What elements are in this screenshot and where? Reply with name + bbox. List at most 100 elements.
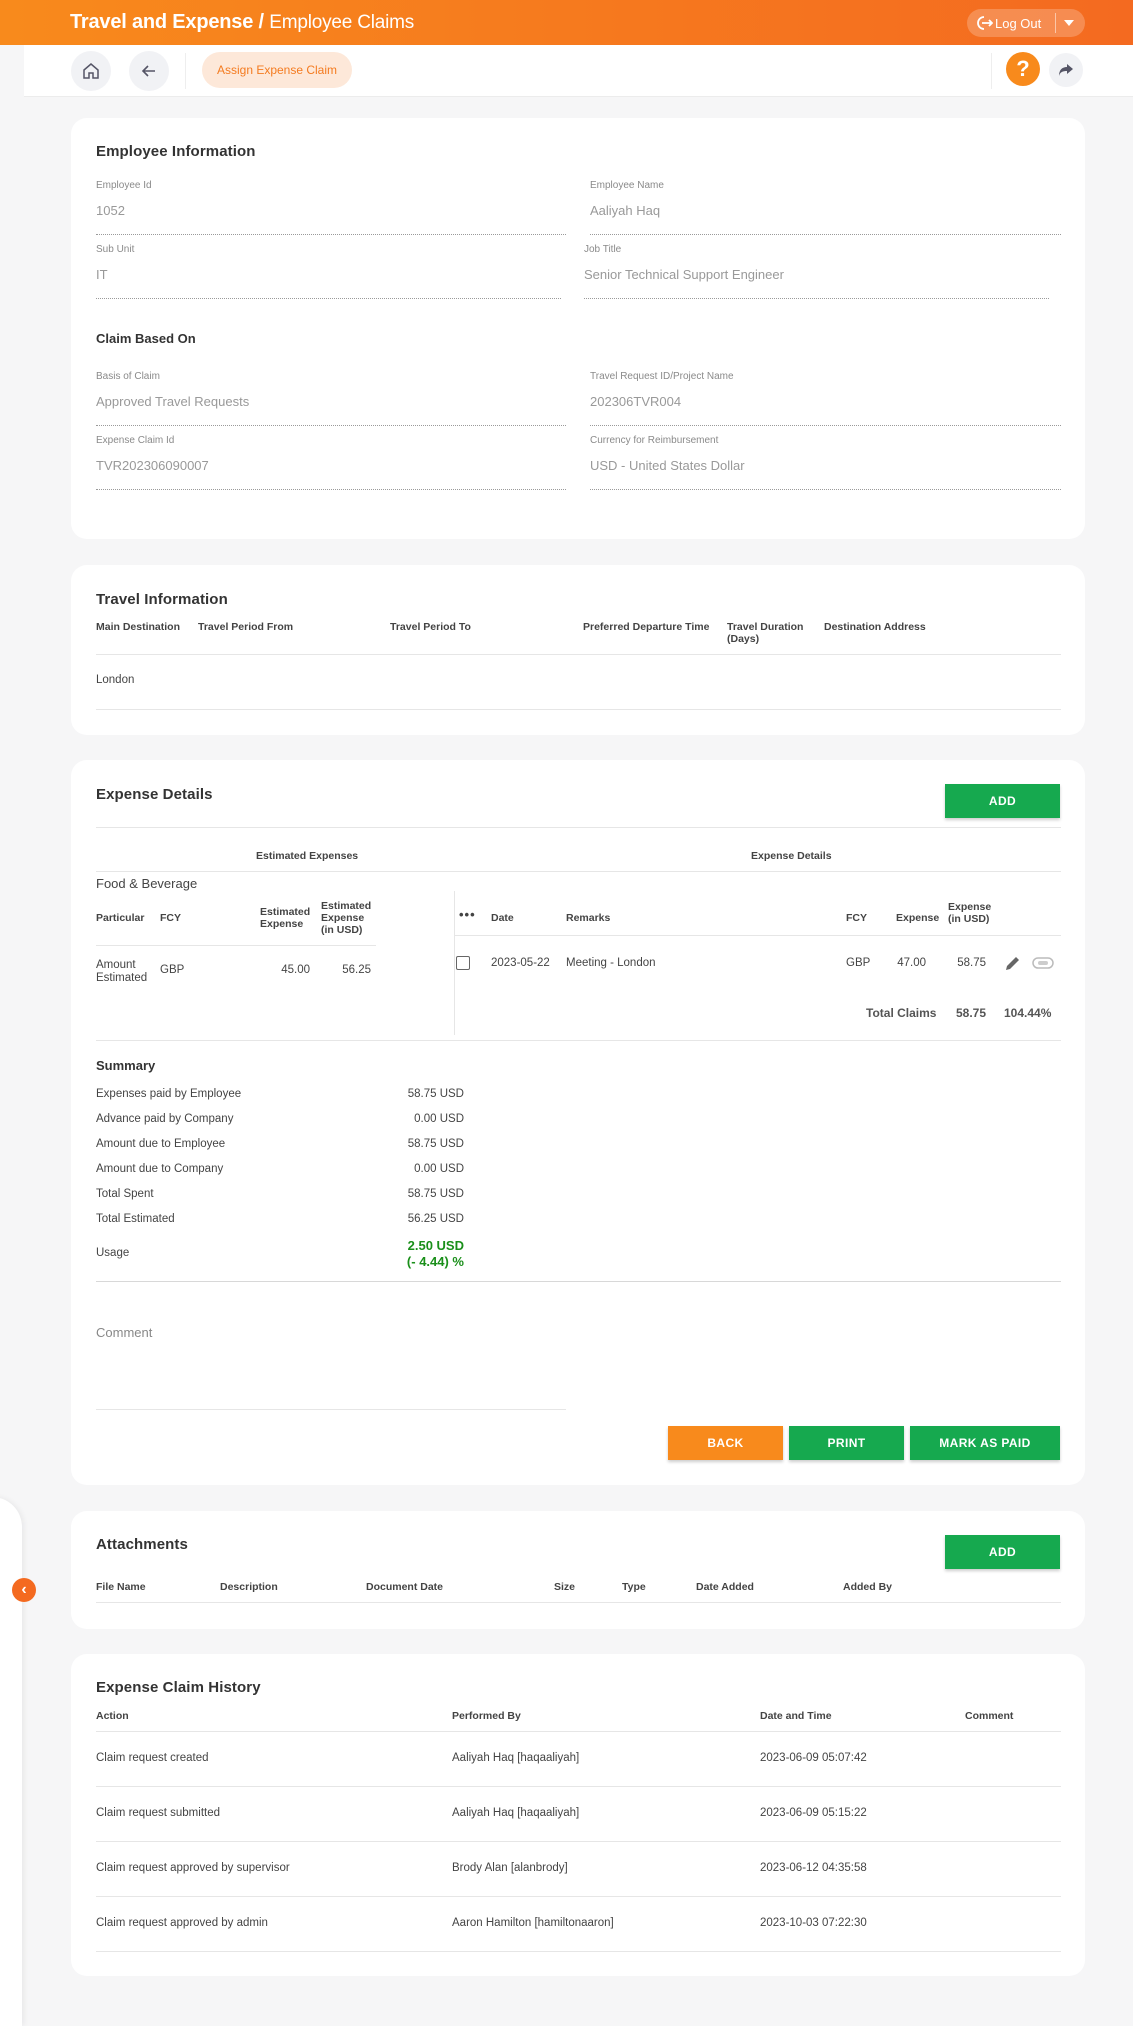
total-claims-value: 58.75 bbox=[956, 1006, 987, 1020]
history-performer-cell: Aaliyah Haq [haqaaliyah] bbox=[452, 1752, 580, 1764]
chevron-down-icon[interactable] bbox=[1064, 20, 1074, 26]
travel-information-title: Travel Information bbox=[96, 591, 228, 608]
section-divider bbox=[96, 1281, 1061, 1282]
estimated-expense-cell: 45.00 bbox=[281, 964, 310, 976]
employee-name-field bbox=[590, 234, 1061, 235]
summary-value: 0.00 USD bbox=[414, 1163, 464, 1175]
job-title-field bbox=[584, 298, 1049, 299]
column-header: Action bbox=[96, 1710, 129, 1722]
column-header: Type bbox=[622, 1581, 646, 1593]
chevron-left-icon[interactable]: ‹ bbox=[12, 1578, 36, 1602]
comment-placeholder: Comment bbox=[96, 1325, 153, 1340]
employee-id-label: Employee Id bbox=[96, 180, 152, 191]
estimated-expenses-heading: Estimated Expenses bbox=[256, 850, 359, 862]
assign-expense-claim-button[interactable]: Assign Expense Claim bbox=[202, 52, 352, 88]
attachments-card: Attachments ADD File Name Description Do… bbox=[71, 1511, 1085, 1629]
job-title-label: Job Title bbox=[584, 244, 622, 255]
summary-value: 58.75 USD bbox=[407, 1138, 464, 1150]
summary-label: Advance paid by Company bbox=[96, 1113, 234, 1125]
fcy-cell: GBP bbox=[160, 964, 185, 976]
expense-claim-id-label: Expense Claim Id bbox=[96, 435, 175, 446]
help-button[interactable]: ? bbox=[1006, 52, 1040, 86]
history-performer-cell: Aaliyah Haq [haqaaliyah] bbox=[452, 1807, 580, 1819]
column-header: Travel Duration (Days) bbox=[727, 621, 804, 645]
print-button[interactable]: PRINT bbox=[789, 1426, 904, 1460]
column-header: Description bbox=[220, 1581, 278, 1593]
summary-value: 58.75 USD bbox=[407, 1188, 464, 1200]
comment-input[interactable] bbox=[96, 1409, 566, 1410]
summary-value: 58.75 USD bbox=[407, 1088, 464, 1100]
back-button[interactable]: BACK bbox=[668, 1426, 783, 1460]
logout-icon bbox=[977, 16, 993, 30]
estimated-usd-cell: 56.25 bbox=[342, 964, 371, 976]
edit-icon[interactable] bbox=[1003, 953, 1023, 973]
attachment-icon[interactable] bbox=[1032, 957, 1054, 969]
employee-name-label: Employee Name bbox=[590, 180, 664, 191]
logout-label: Log Out bbox=[995, 16, 1042, 31]
summary-value: 0.00 USD bbox=[414, 1113, 464, 1125]
employee-id-field bbox=[96, 234, 566, 235]
expense-claim-id-field bbox=[96, 489, 566, 490]
row-select-checkbox[interactable] bbox=[456, 956, 470, 970]
summary-title: Summary bbox=[96, 1058, 156, 1073]
column-header: Estimated Expense bbox=[260, 906, 311, 930]
column-header: Main Destination bbox=[96, 621, 181, 633]
currency-label: Currency for Reimbursement bbox=[590, 435, 719, 446]
employee-id-value: 1052 bbox=[96, 203, 125, 218]
job-title-value: Senior Technical Support Engineer bbox=[584, 267, 784, 282]
section-divider bbox=[96, 1040, 1061, 1041]
history-performer-cell: Aaron Hamilton [hamiltonaaron] bbox=[452, 1917, 614, 1929]
total-claims-percent: 104.44% bbox=[1004, 1006, 1052, 1020]
row-divider bbox=[96, 1951, 1061, 1952]
expense-claim-id-value: TVR202306090007 bbox=[96, 458, 209, 473]
main-destination-cell: London bbox=[96, 674, 135, 686]
history-datetime-cell: 2023-06-12 04:35:58 bbox=[760, 1862, 867, 1874]
section-divider bbox=[96, 827, 1061, 828]
more-options-icon[interactable]: ••• bbox=[459, 908, 476, 921]
sub-unit-field bbox=[96, 298, 561, 299]
employee-information-card: Employee Information Employee Id 1052 Em… bbox=[71, 118, 1085, 539]
side-panel bbox=[0, 1497, 22, 2026]
expense-fcy-cell: GBP bbox=[846, 957, 871, 969]
expense-details-heading: Expense Details bbox=[751, 850, 832, 862]
row-divider bbox=[455, 935, 1061, 936]
history-action-cell: Claim request submitted bbox=[96, 1807, 220, 1819]
column-header: Comment bbox=[965, 1710, 1014, 1722]
total-claims-label: Total Claims bbox=[866, 1006, 937, 1020]
particular-cell: Amount Estimated bbox=[96, 959, 148, 984]
column-header: Expense bbox=[896, 912, 940, 924]
employee-name-value: Aaliyah Haq bbox=[590, 203, 661, 218]
expense-usd-cell: 58.75 bbox=[957, 957, 986, 969]
add-expense-button[interactable]: ADD bbox=[945, 784, 1060, 818]
arrow-left-icon bbox=[141, 65, 155, 77]
column-header: Date and Time bbox=[760, 1710, 832, 1722]
share-button[interactable] bbox=[1049, 53, 1083, 87]
column-header: Size bbox=[554, 1581, 576, 1593]
expense-details-card: Expense Details ADD Estimated Expenses E… bbox=[71, 760, 1085, 1485]
history-datetime-cell: 2023-06-09 05:07:42 bbox=[760, 1752, 867, 1764]
back-nav-button[interactable] bbox=[129, 51, 169, 91]
sub-unit-value: IT bbox=[96, 267, 108, 282]
logout-button[interactable]: Log Out bbox=[967, 9, 1085, 37]
column-header: Date Added bbox=[696, 1581, 754, 1593]
row-divider bbox=[96, 709, 1061, 710]
row-divider bbox=[96, 1841, 1061, 1842]
category-label: Food & Beverage bbox=[96, 876, 198, 891]
expense-date-cell: 2023-05-22 bbox=[491, 957, 550, 969]
history-title: Expense Claim History bbox=[96, 1679, 261, 1696]
history-datetime-cell: 2023-10-03 07:22:30 bbox=[760, 1917, 867, 1929]
summary-label: Amount due to Employee bbox=[96, 1138, 226, 1150]
expense-claim-history-card: Expense Claim History Action Performed B… bbox=[71, 1654, 1085, 1976]
usage-amount: 2.50 USD bbox=[407, 1238, 464, 1253]
usage-percent: (- 4.44) % bbox=[406, 1254, 464, 1269]
mark-as-paid-button[interactable]: MARK AS PAID bbox=[910, 1426, 1060, 1460]
home-button[interactable] bbox=[71, 51, 111, 91]
column-header: Travel Period From bbox=[198, 621, 294, 633]
basis-of-claim-field bbox=[96, 425, 566, 426]
column-header: FCY bbox=[160, 912, 181, 924]
add-attachment-button[interactable]: ADD bbox=[945, 1535, 1060, 1569]
summary-label: Expenses paid by Employee bbox=[96, 1088, 242, 1100]
column-header: Travel Period To bbox=[390, 621, 471, 633]
expense-amount-cell: 47.00 bbox=[897, 957, 926, 969]
travel-request-id-field bbox=[590, 425, 1061, 426]
